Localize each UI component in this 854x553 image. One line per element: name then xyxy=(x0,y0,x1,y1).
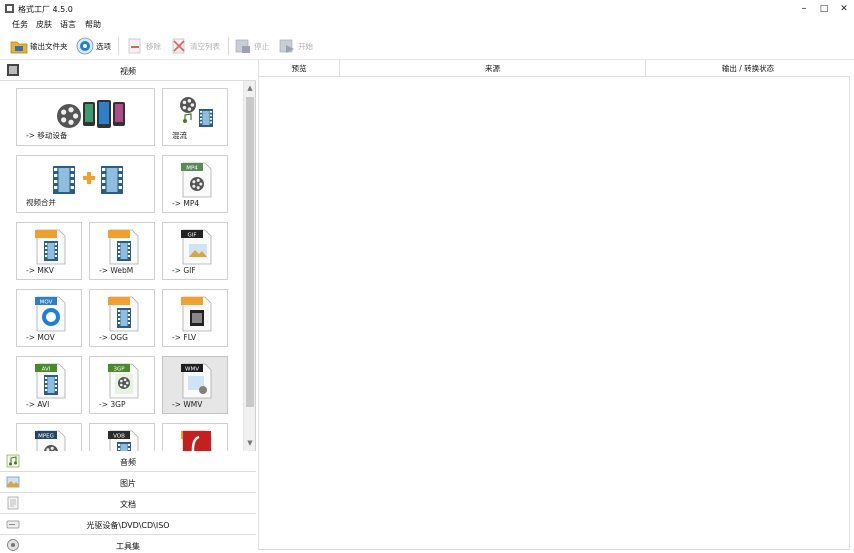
column-preview[interactable]: 预览 xyxy=(259,60,340,77)
webm-icon xyxy=(106,226,142,268)
app-icon xyxy=(5,4,14,13)
options-icon xyxy=(76,37,94,55)
function-tile-10[interactable]: AVI -> AVI xyxy=(16,356,82,414)
svg-text:MPEG: MPEG xyxy=(38,434,54,440)
category-video[interactable]: 视频 xyxy=(0,60,256,81)
tile-label: -> MKV xyxy=(26,266,54,275)
svg-text:GIF: GIF xyxy=(187,233,196,239)
tile-label: -> WebM xyxy=(99,266,134,275)
grid-scrollbar[interactable]: ▲ ▼ xyxy=(243,81,255,451)
function-tile-11[interactable]: 3GP -> 3GP xyxy=(89,356,155,414)
wmv-icon: WMV xyxy=(179,360,215,402)
menu-language[interactable]: 语言 xyxy=(60,19,76,30)
options-button[interactable]: 选项 xyxy=(76,35,111,57)
vob-icon: VOB xyxy=(106,427,142,451)
folder-icon xyxy=(10,41,28,54)
clear-icon xyxy=(172,38,185,54)
ogg-icon xyxy=(106,293,142,335)
function-tile-7[interactable]: MOV -> MOV xyxy=(16,289,82,347)
maximize-button[interactable]: □ xyxy=(814,2,834,16)
menu-bar: 任务 皮肤 语言 帮助 xyxy=(0,17,854,32)
task-list: 预览 来源 输出 / 转换状态 xyxy=(258,60,850,550)
column-output-status[interactable]: 输出 / 转换状态 xyxy=(646,60,850,77)
menu-task[interactable]: 任务 xyxy=(12,19,28,30)
mpeg-icon: MPEG xyxy=(33,427,69,451)
function-tile-2[interactable]: 视频合并 xyxy=(16,155,155,213)
menu-skin[interactable]: 皮肤 xyxy=(36,19,52,30)
function-tile-1[interactable]: 混流 xyxy=(162,88,228,146)
function-tile-6[interactable]: GIF -> GIF xyxy=(162,222,228,280)
stop-button[interactable]: 停止 xyxy=(234,35,269,57)
function-tile-0[interactable]: -> 移动设备 xyxy=(16,88,155,146)
mp4-icon: MP4 xyxy=(179,159,215,201)
3gp-icon: 3GP xyxy=(106,360,142,402)
category-document[interactable]: 文档 xyxy=(0,493,256,514)
remove-button[interactable]: 移除 xyxy=(126,35,161,57)
output-folder-button[interactable]: 输出文件夹 xyxy=(10,35,68,57)
category-picture[interactable]: 图片 xyxy=(0,472,256,493)
clear-list-button[interactable]: 清空列表 xyxy=(170,35,220,57)
flv-icon xyxy=(179,293,215,335)
svg-text:MP4: MP4 xyxy=(186,166,198,172)
menu-help[interactable]: 帮助 xyxy=(85,19,101,30)
toolbar-separator xyxy=(228,37,229,55)
mux-icon xyxy=(177,93,217,135)
svg-text:3GP: 3GP xyxy=(113,367,125,373)
title-bar: 格式工厂 4.5.0 – □ ✕ xyxy=(0,0,854,17)
mkv-icon xyxy=(33,226,69,268)
toolbar-separator xyxy=(118,37,119,55)
video-join-icon xyxy=(49,162,129,200)
remove-icon xyxy=(128,38,141,54)
tile-label: 混流 xyxy=(172,131,187,140)
minimize-button[interactable]: – xyxy=(794,2,814,16)
svg-text:MOV: MOV xyxy=(40,300,53,306)
close-button[interactable]: ✕ xyxy=(834,2,854,16)
tile-label: -> 移动设备 xyxy=(26,131,68,140)
function-tile-15[interactable] xyxy=(162,423,228,451)
start-button[interactable]: 开始 xyxy=(278,35,313,57)
function-tile-13[interactable]: MPEG xyxy=(16,423,82,451)
tile-label: -> AVI xyxy=(26,400,50,409)
svg-text:WMV: WMV xyxy=(185,367,199,373)
category-rom-device[interactable]: 光驱设备\DVD\CD\ISO xyxy=(0,514,256,535)
gif-icon: GIF xyxy=(179,226,215,268)
tile-label: -> MOV xyxy=(26,333,55,342)
tile-label: -> OGG xyxy=(99,333,128,342)
tile-label: -> 3GP xyxy=(99,400,126,409)
stop-icon xyxy=(235,39,250,53)
avi-icon: AVI xyxy=(33,360,69,402)
svg-text:VOB: VOB xyxy=(113,434,125,440)
window-title: 格式工厂 4.5.0 xyxy=(18,5,73,14)
start-icon xyxy=(279,39,294,53)
video-function-grid: -> 移动设备 混流视频合并 MP4 -> MP4 -> MKV -> WebM GIF ->… xyxy=(0,81,243,451)
function-tile-4[interactable]: -> MKV xyxy=(16,222,82,280)
toolbar: 输出文件夹 选项 移除 清空列表 停止 开始 xyxy=(0,32,854,60)
column-source[interactable]: 来源 xyxy=(340,60,646,77)
category-audio[interactable]: 音频 xyxy=(0,451,256,472)
function-tile-8[interactable]: -> OGG xyxy=(89,289,155,347)
tile-label: -> WMV xyxy=(172,400,203,409)
function-panel: 视频 -> 移动设备 混流视频合并 MP4 -> MP4 -> MKV -> WebM GI… xyxy=(0,60,256,553)
mobile-device-icon xyxy=(55,94,145,136)
tile-label: -> MP4 xyxy=(172,199,200,208)
category-toolbox[interactable]: 工具集 xyxy=(0,535,256,553)
function-tile-9[interactable]: -> FLV xyxy=(162,289,228,347)
mov-icon: MOV xyxy=(33,293,69,335)
tile-label: -> GIF xyxy=(172,266,196,275)
scroll-down-icon[interactable]: ▼ xyxy=(245,437,255,449)
function-tile-12[interactable]: WMV -> WMV xyxy=(162,356,228,414)
function-tile-14[interactable]: VOB xyxy=(89,423,155,451)
function-tile-3[interactable]: MP4 -> MP4 xyxy=(162,155,228,213)
scroll-thumb[interactable] xyxy=(246,97,254,407)
tile-label: -> FLV xyxy=(172,333,197,342)
swf-icon xyxy=(179,427,215,451)
function-tile-5[interactable]: -> WebM xyxy=(89,222,155,280)
svg-text:AVI: AVI xyxy=(42,367,51,373)
scroll-up-icon[interactable]: ▲ xyxy=(245,82,255,94)
tile-label: 视频合并 xyxy=(26,198,56,207)
